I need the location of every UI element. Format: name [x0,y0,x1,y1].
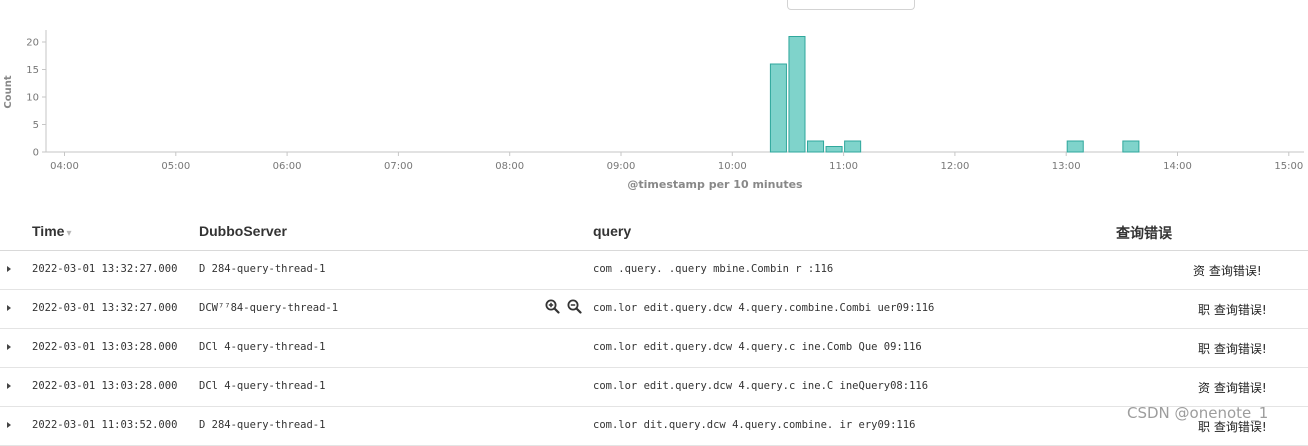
dubbo-cell: DCl 4-query-thread-1 [199,380,326,392]
x-tick-label: 09:00 [607,161,636,172]
dubbo-cell: D 284-query-thread-1 [199,419,326,431]
error-cell: 职 查询错误! [1198,342,1267,356]
y-tick-label: 15 [26,65,39,76]
watermark: CSDN @onenote_1 [1127,404,1269,422]
error-cell: 职 查询错误! [1198,303,1267,317]
x-tick-label: 14:00 [1163,161,1192,172]
x-tick-label: 04:00 [50,161,79,172]
x-tick-label: 06:00 [273,161,302,172]
x-tick-label: 15:00 [1274,161,1303,172]
column-header-time[interactable]: Time ▾ [32,223,71,239]
x-tick-label: 10:00 [718,161,747,172]
time-cell: 2022-03-01 13:32:27.000 [32,302,178,314]
y-tick-label: 20 [26,38,39,49]
query-cell: com.lor edit.query.dcw 4.query.c ine.Com… [593,341,922,353]
histogram-chart: 0 5 10 15 20 04:00 05:00 06:00 07:00 08:00 09:00 10… [3,30,1304,191]
query-cell: com.lor edit.query.dcw 4.query.c ine.C i… [593,380,929,392]
expand-row-icon[interactable] [7,266,11,272]
table-header: Time ▾ DubboServer query 查询错误 [0,212,1308,251]
expand-row-icon[interactable] [7,305,11,311]
table-row[interactable]: 2022-03-01 13:32:27.000 DCW⁷⁷84-query-th… [0,290,1308,329]
error-cell: 资 查询错误! [1198,381,1267,395]
table-row[interactable]: 2022-03-01 13:03:28.000 DCl 4-query-thre… [0,368,1308,407]
query-cell: com.lor edit.query.dcw 4.query.combine.C… [593,302,935,314]
query-cell: com .query. .query mbine.Combin r :116 [593,263,834,275]
column-header-error[interactable]: 查询错误 [1116,223,1172,243]
histogram-bar[interactable] [1122,140,1140,153]
y-axis-label: Count [3,75,14,108]
dubbo-cell: D 284-query-thread-1 [199,263,326,275]
expand-row-icon[interactable] [7,422,11,428]
x-tick-label: 12:00 [940,161,969,172]
x-tick-label: 11:00 [829,161,858,172]
column-header-label: Time [32,223,65,239]
histogram-bar[interactable] [844,140,862,153]
table-row[interactable]: 2022-03-01 11:03:52.000 D 284-query-thre… [0,407,1308,446]
dubbo-cell: DCl 4-query-thread-1 [199,341,326,353]
expand-row-icon[interactable] [7,383,11,389]
y-tick-label: 10 [26,93,39,104]
histogram-bar[interactable] [1066,140,1084,153]
x-axis-label: @timestamp per 10 minutes [627,178,803,191]
time-cell: 2022-03-01 13:32:27.000 [32,263,178,275]
dubbo-cell: DCW⁷⁷84-query-thread-1 [199,302,339,314]
table-row[interactable]: 2022-03-01 13:32:27.000 D 284-query-thre… [0,251,1308,290]
chart-bars[interactable] [769,36,1140,153]
x-tick-label: 07:00 [384,161,413,172]
histogram-bar[interactable] [825,146,843,153]
time-cell: 2022-03-01 11:03:52.000 [32,419,178,431]
histogram-bar[interactable] [788,36,806,153]
zoom-in-icon[interactable] [545,299,560,317]
time-cell: 2022-03-01 13:03:28.000 [32,380,178,392]
y-tick-label: 5 [33,120,39,131]
x-tick-label: 13:00 [1052,161,1081,172]
zoom-out-icon[interactable] [567,299,582,317]
y-tick-label: 0 [33,148,39,159]
column-header-dubboserver[interactable]: DubboServer [199,223,287,239]
query-cell: com.lor dit.query.dcw 4.query.combine. i… [593,419,916,431]
time-cell: 2022-03-01 13:03:28.000 [32,341,178,353]
chart-axes: 0 5 10 15 20 04:00 05:00 06:00 07:00 08:00 09:00 10… [26,30,1304,172]
histogram-bar[interactable] [807,140,825,153]
column-header-query[interactable]: query [593,223,631,239]
error-cell: 资 查询错误! [1193,264,1262,278]
sort-caret-icon[interactable]: ▾ [66,228,71,239]
histogram-bar[interactable] [769,63,787,153]
x-tick-label: 08:00 [495,161,524,172]
table-row[interactable]: 2022-03-01 13:03:28.000 DCl 4-query-thre… [0,329,1308,368]
document-table: Time ▾ DubboServer query 查询错误 2022-03-01 … [0,212,1308,446]
expand-row-icon[interactable] [7,344,11,350]
x-tick-label: 05:00 [161,161,190,172]
